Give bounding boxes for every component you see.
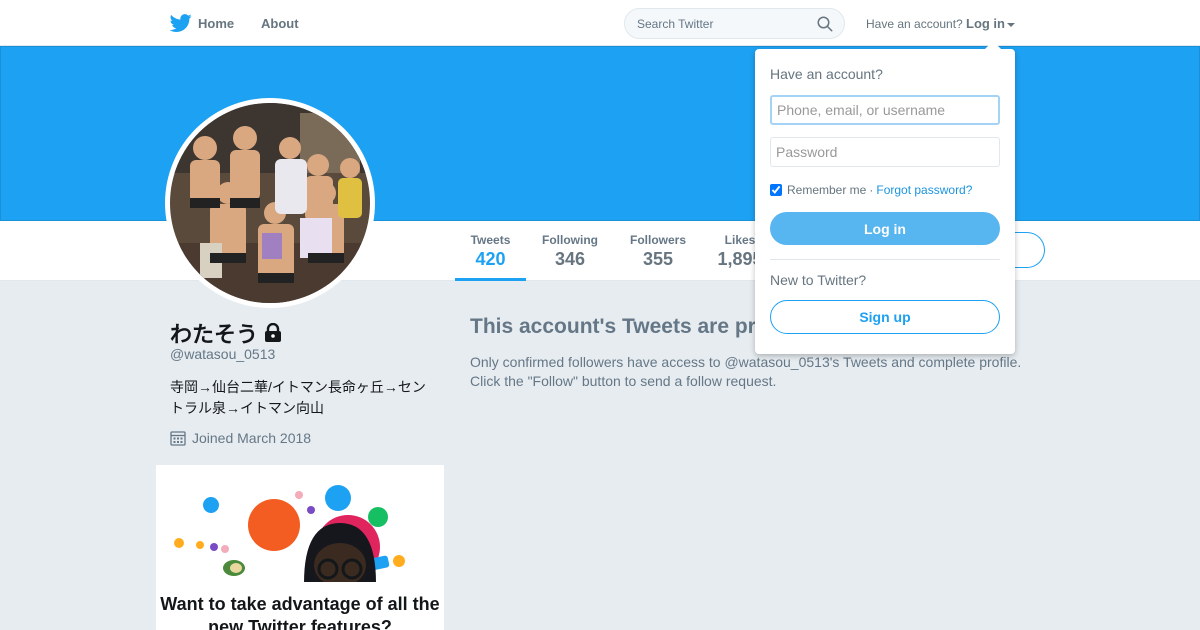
login-button[interactable]: Log in — [770, 212, 1000, 245]
profile-joined-text: Joined March 2018 — [192, 430, 312, 446]
stat-followers-value: 355 — [642, 249, 674, 269]
login-dropdown-toggle[interactable]: Log in — [966, 16, 1015, 31]
profile-name-text: わたそう — [170, 322, 259, 347]
remember-me-label[interactable]: Remember me — [787, 183, 866, 197]
stat-tweets[interactable]: Tweets 420 — [455, 233, 526, 281]
lock-icon — [265, 323, 282, 342]
username-input[interactable] — [770, 95, 1000, 125]
stat-tweets-label: Tweets — [470, 233, 511, 247]
nav-home-label: Home — [198, 15, 235, 31]
new-to-twitter-text: New to Twitter? — [770, 272, 867, 288]
remember-me-row: Remember me · Forgot password? — [770, 183, 972, 197]
nav-home-link[interactable]: Home — [170, 12, 234, 34]
stat-followers[interactable]: Followers 355 — [628, 233, 688, 270]
calendar-icon — [170, 431, 186, 446]
profile-name: わたそう — [170, 317, 282, 349]
separator-dot: · — [869, 183, 874, 197]
search-icon[interactable] — [816, 15, 834, 33]
top-navigation-bar: Home About Have an account? Log in — [0, 0, 1200, 46]
profile-avatar[interactable] — [165, 98, 375, 308]
search-box[interactable] — [624, 8, 845, 39]
remember-me-checkbox[interactable] — [770, 184, 782, 196]
promo-illustration — [156, 485, 444, 585]
login-toggle-label: Log in — [966, 16, 1005, 31]
protected-description: Only confirmed followers have access to … — [470, 354, 1022, 389]
stat-tweets-value: 420 — [475, 249, 506, 269]
profile-handle[interactable]: @watasou_0513 — [170, 346, 275, 362]
forgot-password-link[interactable]: Forgot password? — [876, 183, 972, 197]
stat-following[interactable]: Following 346 — [540, 233, 600, 270]
promo-title: Want to take advantage of all the new Tw… — [160, 594, 440, 630]
signup-button[interactable]: Sign up — [770, 300, 1000, 334]
profile-bio: 寺岡→仙台二華/イトマン長命ヶ丘→セントラル泉→イトマン向山 — [170, 379, 426, 416]
avatar-photo — [170, 103, 370, 303]
stat-followers-label: Followers — [629, 233, 686, 247]
password-input[interactable] — [770, 137, 1000, 167]
login-dropdown: Have an account? Remember me · Forgot pa… — [755, 41, 1015, 354]
dropdown-divider — [770, 259, 1000, 260]
login-dropdown-title: Have an account? — [770, 66, 883, 82]
have-account-text: Have an account? — [866, 17, 963, 31]
stat-following-value: 346 — [554, 249, 586, 269]
caret-down-icon — [1007, 22, 1015, 27]
stat-following-label: Following — [542, 233, 598, 247]
nav-about-link[interactable]: About — [261, 16, 299, 31]
twitter-bird-icon — [170, 14, 192, 32]
profile-joined: Joined March 2018 — [170, 430, 311, 446]
promo-card: Want to take advantage of all the new Tw… — [156, 465, 444, 630]
search-input[interactable] — [637, 9, 817, 38]
